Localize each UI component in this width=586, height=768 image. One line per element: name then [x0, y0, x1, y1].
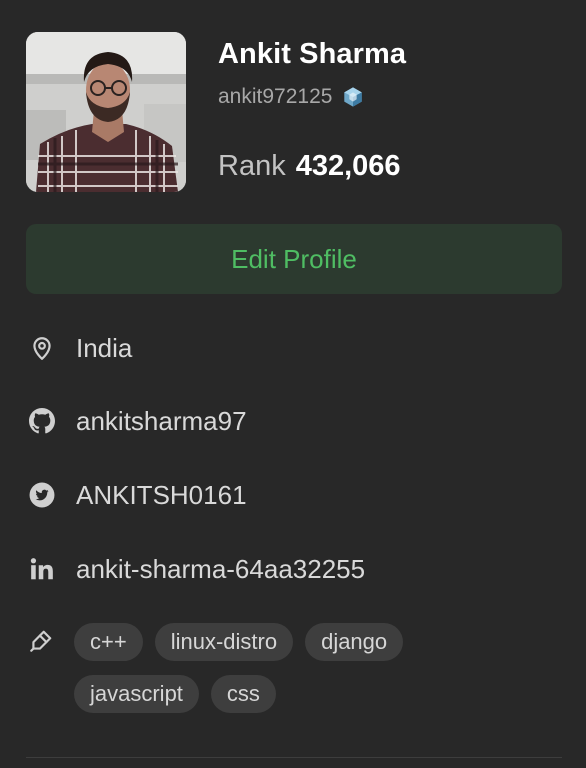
avatar[interactable]	[26, 32, 186, 192]
skill-tag[interactable]: css	[210, 675, 276, 713]
profile-name: Ankit Sharma	[218, 38, 407, 70]
rank-label: Rank	[218, 150, 286, 182]
rank: Rank 432,066	[218, 150, 401, 183]
twitter-row[interactable]: ANKITSH0161	[28, 478, 247, 512]
linkedin-handle[interactable]: ankit-sharma-64aa32255	[76, 554, 365, 585]
avatar-photo	[26, 32, 186, 192]
rank-value: 432,066	[295, 150, 401, 182]
location-row: India	[28, 331, 132, 365]
tag-icon	[28, 628, 56, 656]
skill-tag[interactable]: linux-distro	[154, 623, 294, 661]
skill-tag[interactable]: c++	[74, 623, 143, 661]
skill-tag[interactable]: javascript	[74, 675, 199, 713]
divider	[26, 757, 562, 758]
linkedin-icon	[28, 555, 56, 583]
twitter-handle[interactable]: ANKITSH0161	[76, 480, 247, 511]
location-pin-icon	[28, 334, 56, 362]
username: ankit972125	[218, 85, 333, 108]
linkedin-row[interactable]: ankit-sharma-64aa32255	[28, 552, 365, 586]
skill-tag[interactable]: django	[305, 623, 404, 661]
github-row[interactable]: ankitsharma97	[28, 404, 247, 438]
github-username[interactable]: ankitsharma97	[76, 406, 247, 437]
edit-profile-button[interactable]: Edit Profile	[26, 224, 562, 294]
hexagon-badge-icon[interactable]	[342, 86, 364, 108]
twitter-icon	[28, 481, 56, 509]
skill-tags: c++ linux-distro django javascript css	[74, 623, 514, 713]
username-row: ankit972125	[218, 84, 364, 110]
profile-card: Ankit Sharma ankit972125 Rank 432,066 Ed…	[0, 0, 586, 768]
github-icon	[28, 407, 56, 435]
location-text: India	[76, 332, 133, 363]
